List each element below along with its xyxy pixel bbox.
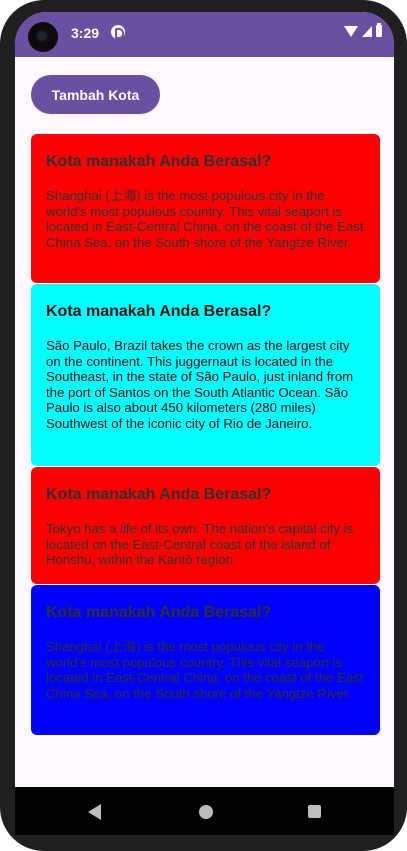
navigation-bar: [15, 787, 394, 835]
app-screen: 3:29 Tambah Kota Kota manakah Anda Beras…: [15, 12, 394, 787]
back-icon[interactable]: [88, 804, 101, 820]
city-card[interactable]: Kota manakah Anda Berasal? São Paulo, Br…: [31, 284, 380, 466]
card-title: Kota manakah Anda Berasal?: [46, 604, 272, 621]
signal-icon: [362, 25, 372, 37]
add-city-button[interactable]: Tambah Kota: [31, 75, 160, 114]
city-card[interactable]: Kota manakah Anda Berasal? Shanghai (上海)…: [31, 134, 380, 283]
card-body: Shanghai (上海) is the most populous city …: [46, 188, 364, 250]
phone-frame: 3:29 Tambah Kota Kota manakah Anda Beras…: [0, 0, 407, 851]
home-icon[interactable]: [199, 805, 213, 819]
status-icons: [344, 23, 382, 37]
card-body: Tokyo has a life of its own. The nation'…: [46, 521, 354, 567]
city-card[interactable]: Kota manakah Anda Berasal? Shanghai (上海)…: [31, 585, 380, 735]
card-body: Shanghai (上海) is the most populous city …: [46, 639, 364, 701]
card-title: Kota manakah Anda Berasal?: [46, 486, 272, 503]
card-body: São Paulo, Brazil takes the crown as the…: [46, 338, 354, 431]
city-card[interactable]: Kota manakah Anda Berasal? Tokyo has a l…: [31, 467, 380, 584]
camera-icon: [28, 22, 58, 52]
battery-icon: [376, 23, 382, 37]
card-title: Kota manakah Anda Berasal?: [46, 303, 272, 320]
wifi-icon: [344, 25, 358, 37]
status-time: 3:29: [71, 25, 100, 41]
card-title: Kota manakah Anda Berasal?: [46, 153, 272, 170]
notification-app-icon: [111, 25, 125, 39]
recents-icon[interactable]: [308, 805, 321, 818]
status-bar: 3:29: [15, 12, 394, 57]
